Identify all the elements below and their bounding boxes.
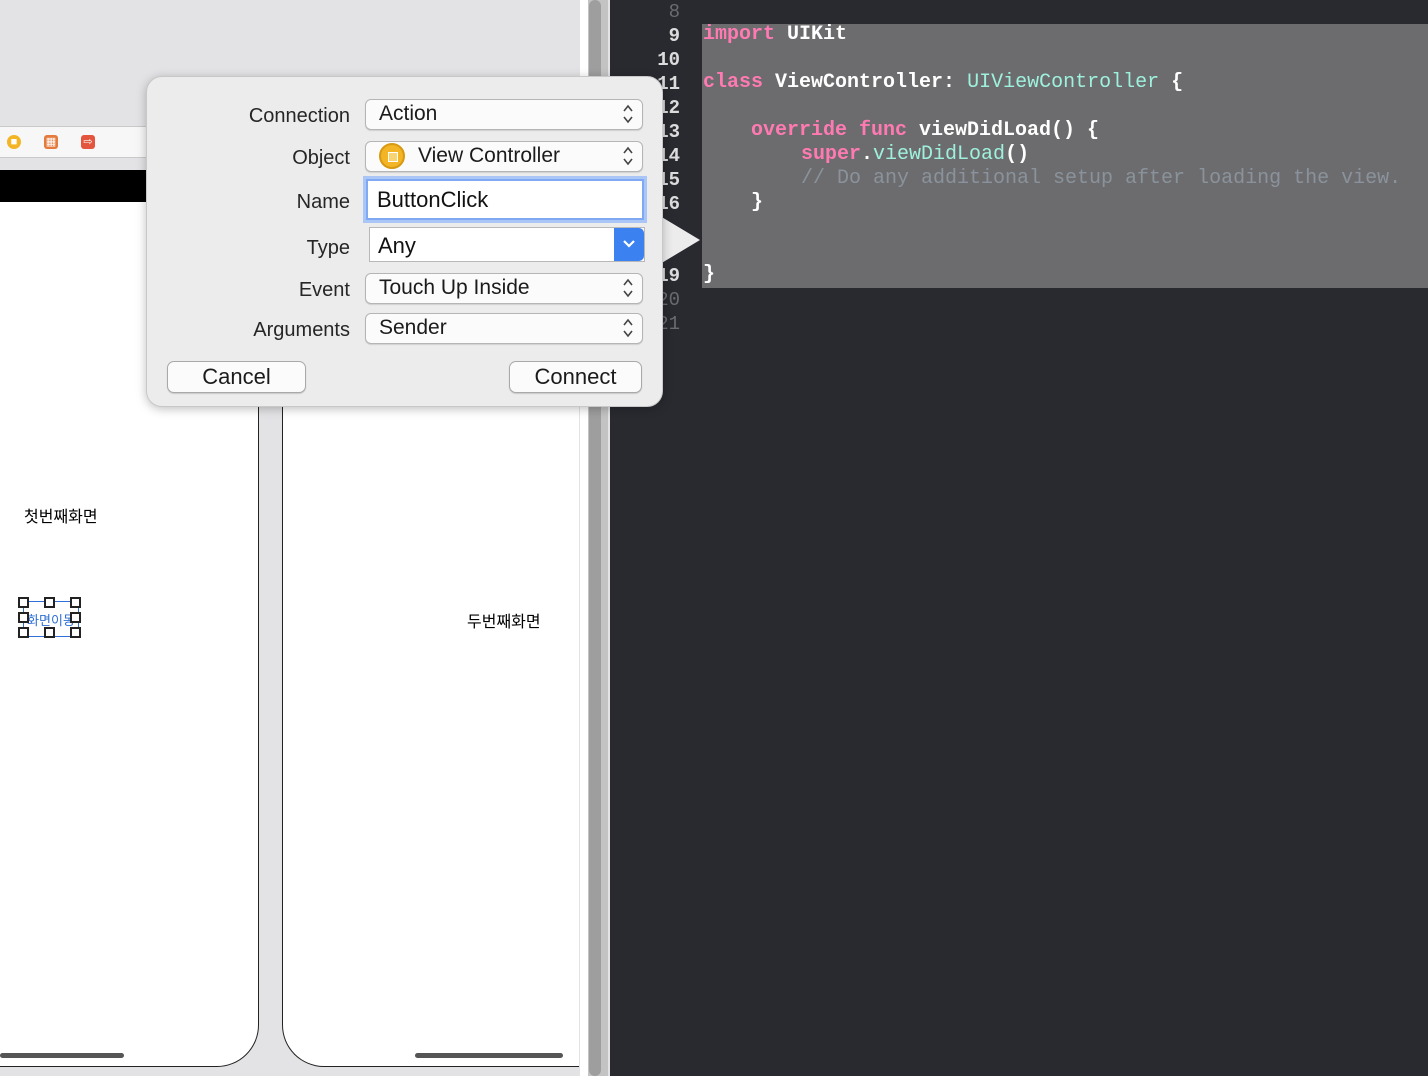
view-controller-icon <box>379 143 405 169</box>
arguments-label: Arguments <box>253 319 350 341</box>
method-call: viewDidLoad <box>873 143 1006 166</box>
home-indicator <box>415 1053 563 1058</box>
popover-arrow <box>660 216 700 264</box>
resize-handle[interactable] <box>44 627 55 638</box>
event-label: Event <box>298 279 350 301</box>
home-indicator <box>0 1053 124 1058</box>
keyword: func <box>847 119 908 142</box>
connection-label: Connection <box>248 105 350 127</box>
chevron-down-icon[interactable] <box>614 228 644 261</box>
connection-value: Action <box>379 102 438 125</box>
resize-handle[interactable] <box>18 612 29 623</box>
stepper-icon <box>622 317 634 339</box>
call-parens: () <box>1005 143 1030 166</box>
superclass-name: UIViewController <box>967 71 1160 94</box>
stepper-icon <box>622 103 634 125</box>
event-popup[interactable]: Touch Up Inside <box>365 273 643 304</box>
name-field[interactable]: ButtonClick <box>366 179 644 220</box>
line-number: 8 <box>668 1 680 23</box>
exit-icon[interactable]: ⇨ <box>81 135 95 149</box>
type-label: Type <box>306 237 350 259</box>
resize-handle[interactable] <box>70 597 81 608</box>
arguments-value: Sender <box>379 316 447 339</box>
code-line-import[interactable]: import UIKit <box>703 23 847 46</box>
event-value: Touch Up Inside <box>379 276 530 299</box>
resize-handle[interactable] <box>44 597 55 608</box>
object-label: Object <box>292 147 350 169</box>
type-value: Any <box>378 233 416 258</box>
stepper-icon <box>622 277 634 299</box>
line-number: 9 <box>668 25 680 47</box>
brace: { <box>1159 71 1184 94</box>
view-controller-icon[interactable]: ■ <box>7 135 21 149</box>
object-popup[interactable]: View Controller <box>365 141 643 172</box>
resize-handle[interactable] <box>18 627 29 638</box>
line-number: 10 <box>657 49 680 71</box>
first-scene-label[interactable]: 첫번째화면 <box>24 503 98 527</box>
keyword: override <box>751 119 848 142</box>
name-value: ButtonClick <box>377 187 489 212</box>
connect-button[interactable]: Connect <box>509 361 642 393</box>
status-bar <box>0 170 148 202</box>
function-signature: viewDidLoad() { <box>907 119 1100 142</box>
code-line-close-class[interactable]: } <box>703 263 715 286</box>
code-line-class[interactable]: class ViewController: UIViewController { <box>703 71 1183 94</box>
dot: . <box>861 143 874 166</box>
connection-popover: Connection Action Object View Controller… <box>146 76 663 407</box>
code-line-close-func[interactable]: } <box>751 191 763 214</box>
object-value: View Controller <box>418 144 561 167</box>
class-name: ViewController: <box>763 71 968 94</box>
code-line-comment[interactable]: // Do any additional setup after loading… <box>801 167 1401 190</box>
keyword: super <box>801 143 862 166</box>
resize-handle[interactable] <box>70 627 81 638</box>
connection-popup[interactable]: Action <box>365 99 643 130</box>
resize-handle[interactable] <box>18 597 29 608</box>
code-line-override[interactable]: override func viewDidLoad() { <box>751 119 1099 142</box>
type-combobox[interactable]: Any <box>369 227 645 262</box>
first-responder-icon[interactable]: ▦ <box>44 135 58 149</box>
arguments-popup[interactable]: Sender <box>365 313 643 344</box>
stepper-icon <box>622 145 634 167</box>
keyword: import <box>703 23 776 46</box>
cancel-button[interactable]: Cancel <box>167 361 306 393</box>
second-scene-label[interactable]: 두번째화면 <box>467 608 541 632</box>
keyword: class <box>703 71 764 94</box>
resize-handle[interactable] <box>70 612 81 623</box>
name-label: Name <box>296 191 350 213</box>
module-name: UIKit <box>775 23 848 46</box>
code-line-super[interactable]: super.viewDidLoad() <box>801 143 1029 166</box>
